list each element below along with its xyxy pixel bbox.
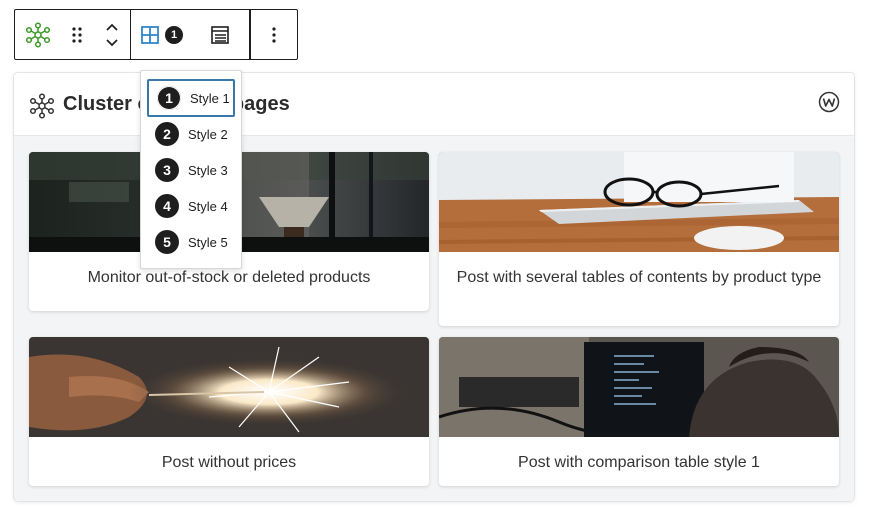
style-option-label: Style 4 — [188, 198, 228, 214]
style-switcher-button[interactable]: 1 — [130, 9, 250, 60]
style-option-label: Style 5 — [188, 234, 228, 250]
sparkler-photo — [29, 337, 429, 437]
card-caption: Post without prices — [161, 454, 297, 471]
style-option-label: Style 3 — [188, 162, 228, 178]
style-number-badge: 5 — [155, 230, 179, 254]
computer-screen-photo — [439, 337, 839, 437]
move-up-down-button[interactable] — [93, 10, 130, 59]
card-caption: Post with several tables of contents by … — [456, 269, 822, 286]
more-options-button[interactable] — [250, 10, 297, 59]
style-option-1[interactable]: 1 Style 1 — [147, 79, 235, 117]
style-number-badge: 4 — [155, 194, 179, 218]
style-option-label: Style 1 — [190, 90, 230, 106]
style-number-badge: 1 — [165, 25, 183, 44]
post-card[interactable]: Post without prices — [29, 337, 429, 486]
block-type-button[interactable] — [15, 10, 61, 59]
toolbar-group-main — [15, 10, 130, 59]
grid-layout-icon — [141, 25, 159, 44]
style-option-label: Style 2 — [188, 126, 228, 142]
style-number-badge: 1 — [157, 86, 181, 110]
chevron-up-down-icon — [105, 23, 118, 46]
list-view-button[interactable] — [190, 10, 249, 59]
style-option-3[interactable]: 3 Style 3 — [147, 151, 235, 189]
drag-handle-icon — [72, 26, 82, 43]
style-dropdown-menu: 1 Style 1 2 Style 2 3 Style 3 4 Style 4 … — [140, 70, 242, 269]
glasses-laptop-photo — [439, 152, 839, 252]
post-card[interactable]: Post with several tables of contents by … — [439, 152, 839, 326]
post-card[interactable]: Post with comparison table style 1 — [439, 337, 839, 486]
style-number-badge: 2 — [155, 122, 179, 146]
card-caption: Post with comparison table style 1 — [518, 454, 760, 471]
cluster-network-icon — [29, 93, 55, 119]
more-options-icon — [272, 26, 276, 43]
layout-style-toggle[interactable]: 1 — [131, 10, 190, 59]
brand-w-icon — [818, 91, 840, 113]
style-option-5[interactable]: 5 Style 5 — [147, 223, 235, 261]
style-option-2[interactable]: 2 Style 2 — [147, 115, 235, 153]
style-number-badge: 3 — [155, 158, 179, 182]
style-option-4[interactable]: 4 Style 4 — [147, 187, 235, 225]
block-toolbar: 1 — [14, 9, 298, 60]
list-view-icon — [210, 25, 229, 44]
cluster-network-icon — [25, 21, 51, 48]
drag-handle-button[interactable] — [61, 10, 93, 59]
